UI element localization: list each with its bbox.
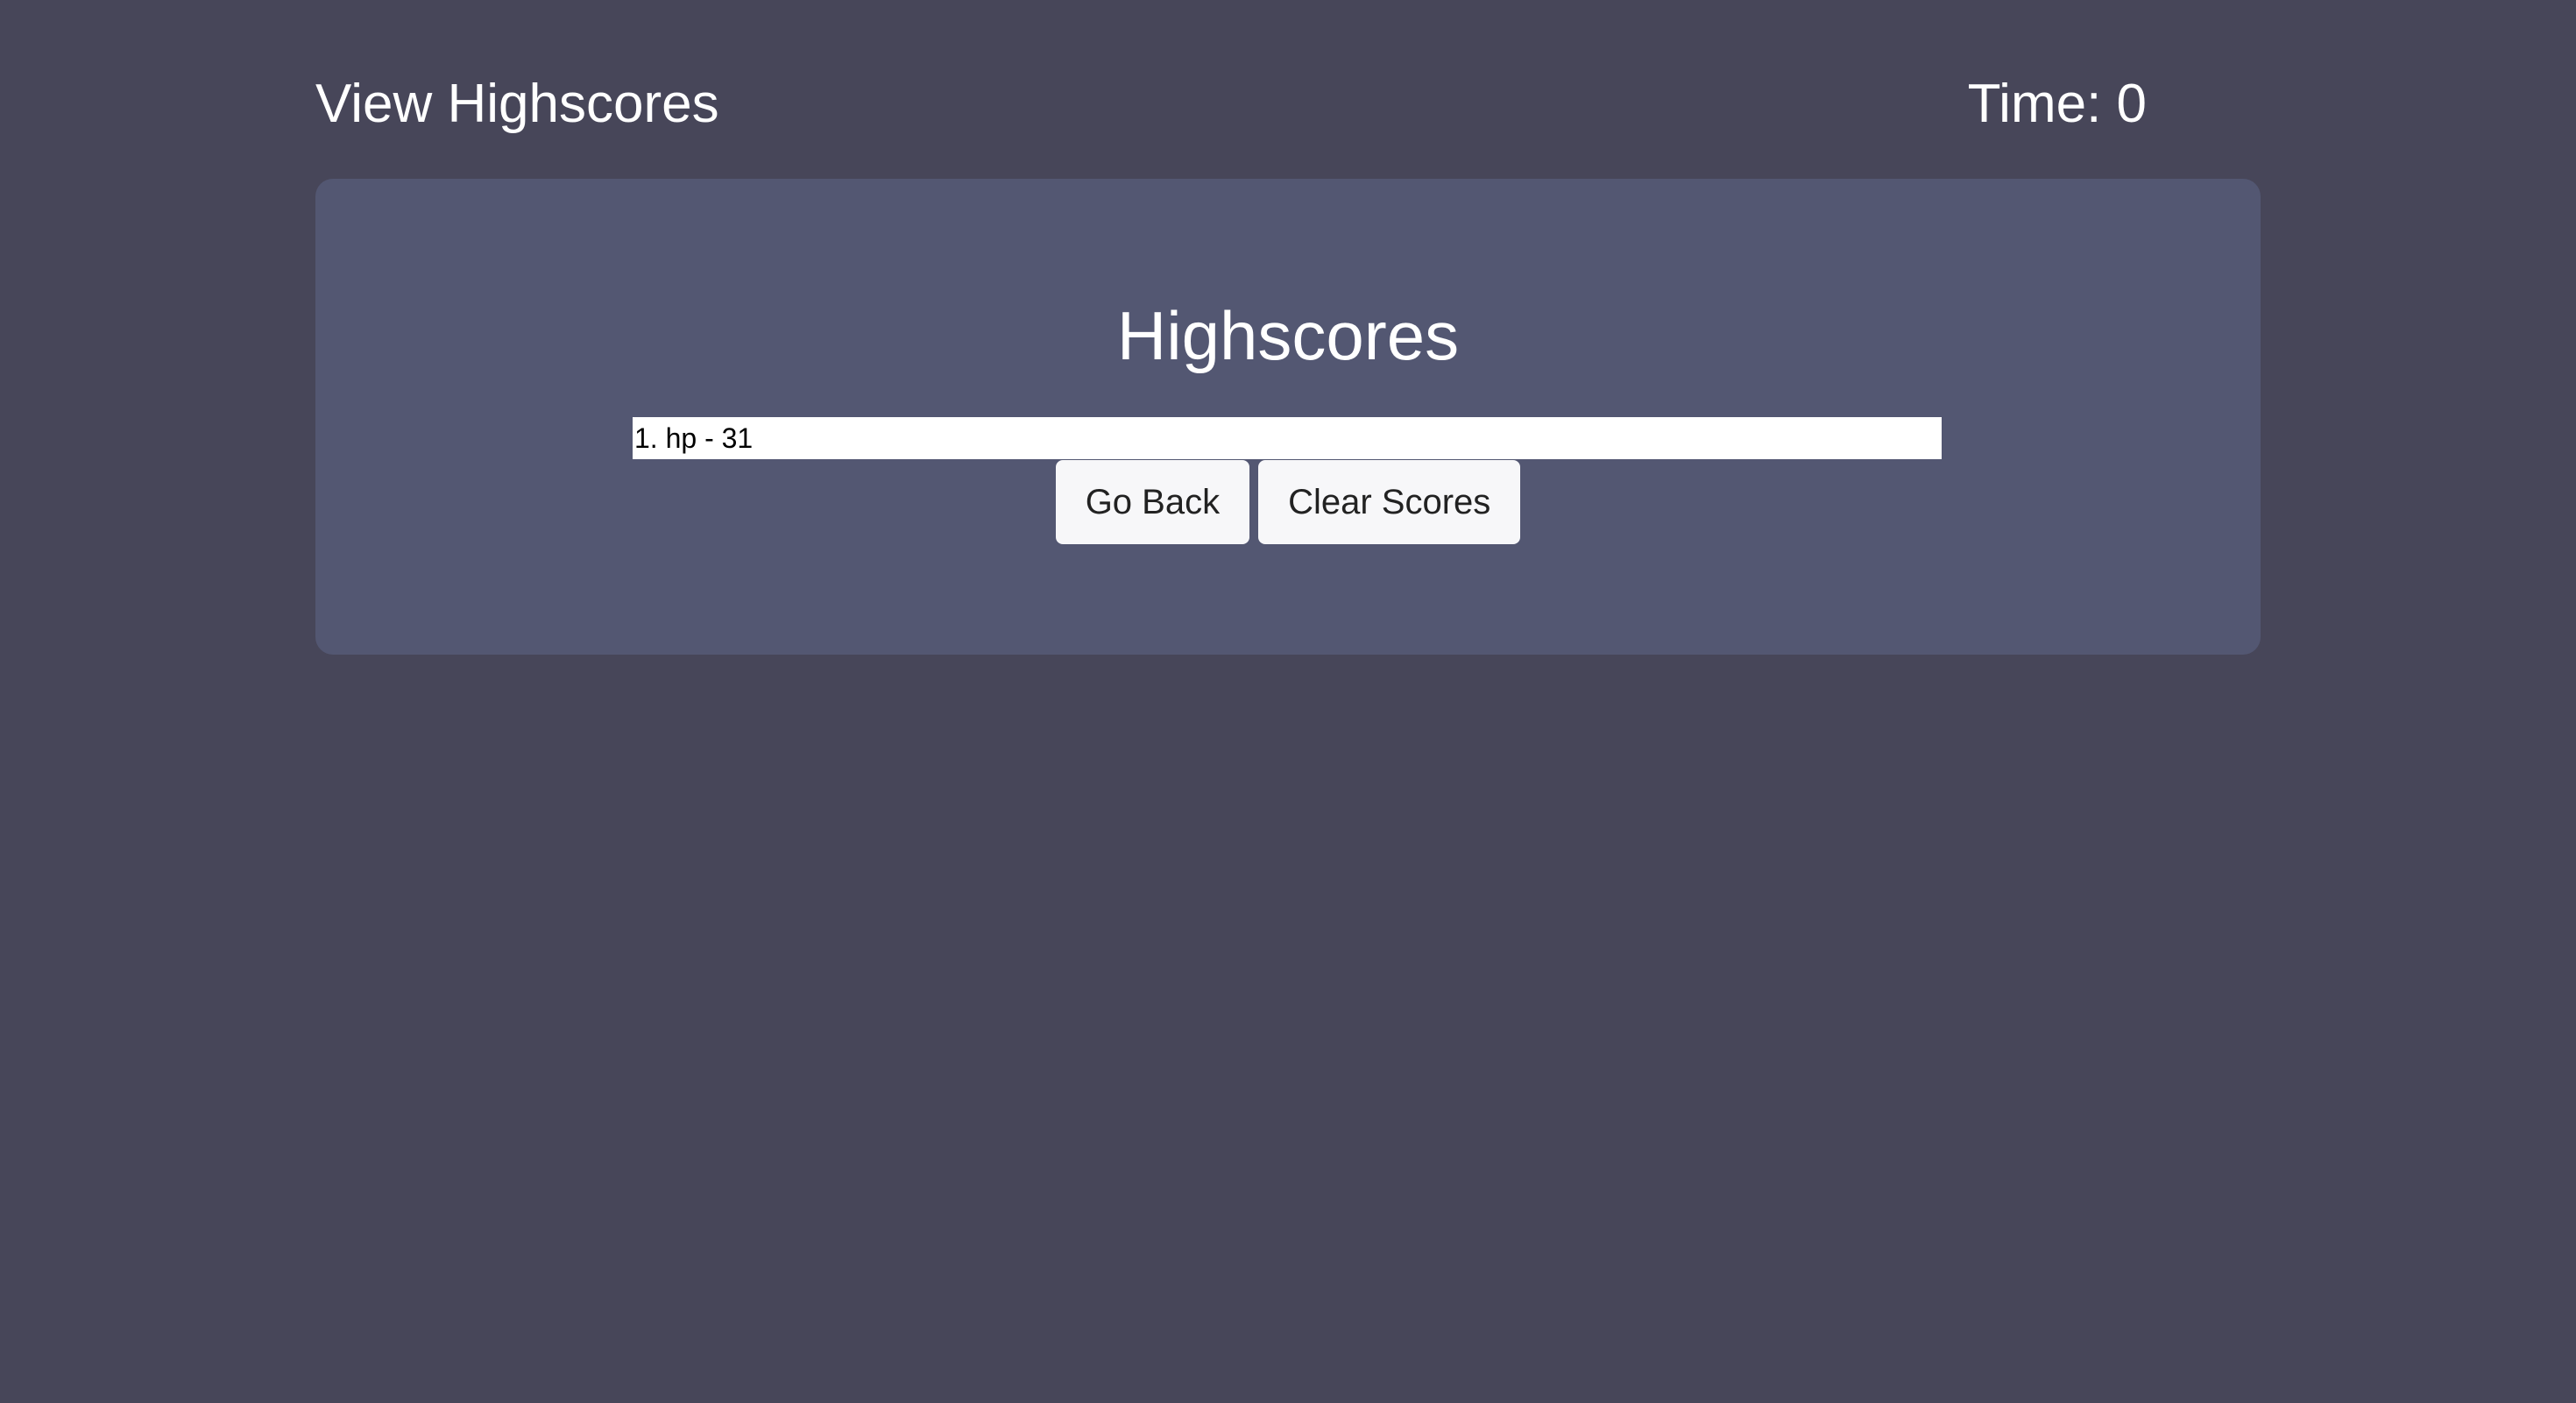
button-row: Go Back Clear Scores: [315, 460, 2261, 544]
score-list-item: 1. hp - 31: [633, 417, 1942, 459]
header: View Highscores Time: 0: [315, 67, 2261, 142]
go-back-button[interactable]: Go Back: [1055, 460, 1250, 544]
timer-display: Time: 0: [1967, 74, 2147, 134]
clear-scores-button[interactable]: Clear Scores: [1258, 460, 1521, 544]
view-highscores-link[interactable]: View Highscores: [315, 67, 719, 142]
score-list: 1. hp - 31: [633, 417, 1942, 459]
highscores-panel: Highscores 1. hp - 31 Go Back Clear Scor…: [315, 179, 2261, 655]
page-title: Highscores: [1116, 297, 1460, 374]
